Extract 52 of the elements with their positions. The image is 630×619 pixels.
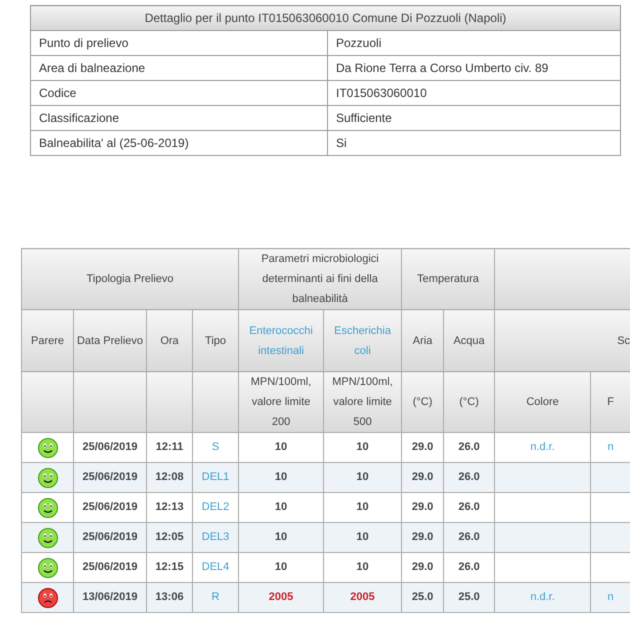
column-header: Tipo	[192, 310, 239, 372]
field-label: Classificazione	[30, 106, 328, 130]
header-cell	[146, 372, 192, 432]
table-cell: 12:08	[146, 462, 192, 492]
unit-header: MPN/100ml, valore limite 500	[324, 372, 402, 432]
field-value: Si	[328, 130, 620, 156]
table-link[interactable]: n	[608, 591, 614, 604]
table-cell: 10	[324, 522, 402, 552]
table-cell: 25/06/2019	[74, 462, 146, 492]
table-cell: 10	[238, 462, 324, 492]
unit-header: F	[590, 372, 630, 432]
table-cell: 25.0	[444, 582, 495, 612]
table-cell: 29.0	[402, 522, 444, 552]
group-header: Parametri microbiologici determinanti ai fini della balneabilità	[238, 248, 402, 310]
type-link[interactable]: S	[212, 441, 220, 454]
column-header: Aria	[402, 310, 444, 372]
table-title: Dettaglio per il punto IT015063060010 Comune Di Pozzuoli (Napoli)	[30, 6, 620, 30]
table-cell: 13/06/2019	[74, 582, 146, 612]
field-label: Codice	[30, 80, 328, 106]
table-cell: 29.0	[402, 462, 444, 492]
field-value: Sufficiente	[328, 106, 620, 130]
type-link[interactable]: R	[212, 591, 220, 604]
unit-header: (°C)	[444, 372, 495, 432]
table-cell: 26.0	[444, 462, 495, 492]
table-cell: 2005	[324, 582, 402, 612]
table-cell: 2005	[238, 582, 324, 612]
group-header: Temperatura	[402, 248, 495, 310]
field-value: Pozzuoli	[328, 30, 620, 56]
table-cell: 12:05	[146, 522, 192, 552]
table-cell: 25.0	[402, 582, 444, 612]
table-cell: 26.0	[444, 522, 495, 552]
column-header: Parere	[22, 310, 74, 372]
unit-header: (°C)	[402, 372, 444, 432]
table-link[interactable]: n	[608, 441, 614, 454]
field-label: Punto di prelievo	[30, 30, 328, 56]
table-cell: 25/06/2019	[74, 522, 146, 552]
unit-header: Colore	[494, 372, 591, 432]
group-header: Tipologia Prelievo	[22, 248, 239, 310]
column-header: Sc	[494, 310, 630, 372]
column-header: Acqua	[444, 310, 495, 372]
field-label: Area di balneazione	[30, 56, 328, 80]
table-link[interactable]: n.d.r.	[530, 591, 555, 604]
table-cell: 13:06	[146, 582, 192, 612]
table-link[interactable]: n.d.r.	[530, 441, 555, 454]
table-cell: 10	[324, 462, 402, 492]
column-header: Ora	[146, 310, 192, 372]
unit-header: MPN/100ml, valore limite 200	[238, 372, 324, 432]
table-cell: 10	[238, 522, 324, 552]
field-label: Balneabilita' al (25-06-2019)	[30, 130, 328, 156]
field-value: IT015063060010	[328, 80, 620, 106]
field-value: Da Rione Terra a Corso Umberto civ. 89	[328, 56, 620, 80]
column-header: Data Prelievo	[74, 310, 146, 372]
